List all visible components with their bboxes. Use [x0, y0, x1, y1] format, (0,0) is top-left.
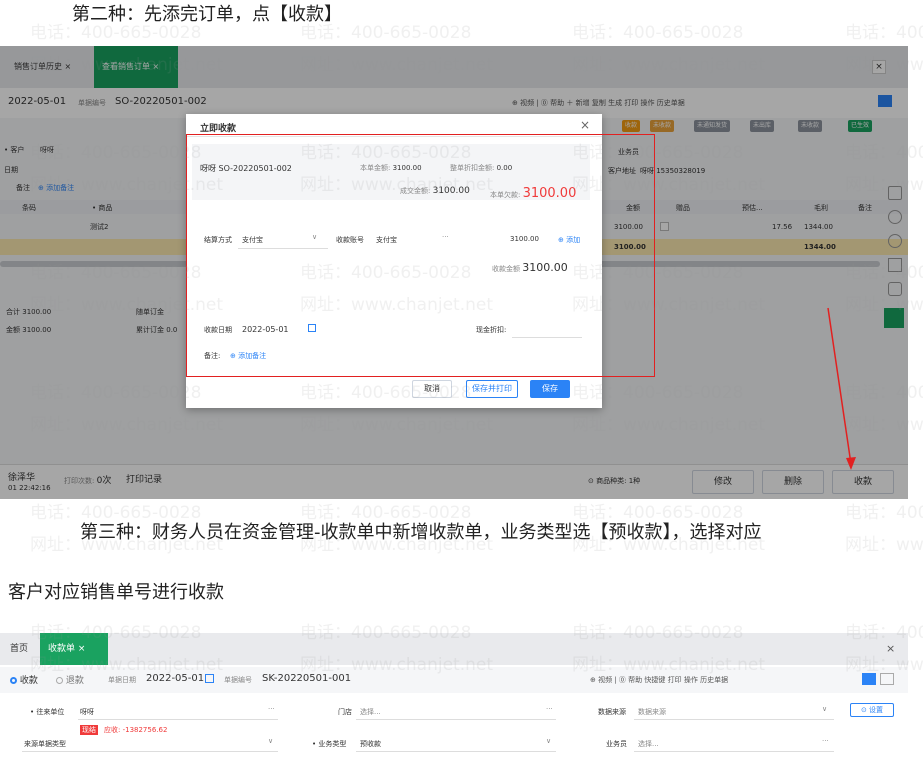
radio-receive[interactable]: 收款 [10, 673, 38, 686]
source-type-underline [22, 751, 278, 752]
toolbar-2: ⊕ 视频 | ⓪ 帮助 快捷键 打印 操作 历史单据 [590, 676, 729, 684]
store-underline [356, 719, 556, 720]
history-button-2[interactable]: 历史单据 [700, 676, 728, 684]
source-select[interactable]: 数据来源 [638, 707, 666, 717]
salesman-input[interactable]: 选择... [638, 739, 659, 749]
source-type-chevron-down-icon[interactable]: ∨ [268, 737, 273, 745]
tab-receipt[interactable]: 收款单 × [40, 633, 108, 665]
salesman-underline [634, 751, 834, 752]
partner-label: • 往来单位 [30, 708, 65, 716]
source-label: 数据来源 [598, 708, 626, 716]
store-more-icon[interactable]: ··· [546, 705, 553, 713]
watermark-phone: 电话：400-665-0028 [845, 503, 923, 523]
source-type-label: 来源单据类型 [24, 740, 66, 748]
biz-type-chevron-down-icon[interactable]: ∨ [546, 737, 551, 745]
help-button-2[interactable]: ⓪ 帮助 [619, 676, 642, 684]
watermark-site: 网址：www.chanjet.net [845, 535, 923, 555]
heading-method-2: 第二种：先添完订单，点【收款】 [72, 4, 342, 25]
watermark-phone: 电话：400-665-0028 [572, 23, 744, 43]
operate-button-2[interactable]: 操作 [684, 676, 698, 684]
grid-view-icon[interactable] [880, 673, 894, 685]
salesman-label-2: 业务员 [606, 740, 627, 748]
biz-type-label: • 业务类型 [312, 740, 347, 748]
annotation-arrow [827, 307, 856, 470]
calendar-icon-2[interactable] [205, 674, 214, 683]
salesman-more-icon[interactable]: ··· [822, 737, 829, 745]
receipt-date[interactable]: 2022-05-01 [146, 673, 204, 684]
receipt-date-label: 单据日期 [108, 676, 136, 684]
radio-checked-icon [10, 677, 17, 684]
receipt-no-label: 单据编号 [224, 676, 252, 684]
biz-type-select[interactable]: 预收款 [360, 739, 381, 749]
settle-tag: 现结 [80, 725, 98, 735]
watermark-phone: 电话：400-665-0028 [845, 23, 923, 43]
radio-unchecked-icon [56, 677, 63, 684]
partner-underline [78, 719, 278, 720]
shortcut-button[interactable]: 快捷键 [644, 676, 665, 684]
list-view-icon-2[interactable] [862, 673, 876, 685]
source-chevron-down-icon[interactable]: ∨ [822, 705, 827, 713]
video-button-2[interactable]: ⊕ 视频 [590, 676, 612, 684]
biz-type-underline [356, 751, 556, 752]
heading-method-3: 第三种：财务人员在资金管理-收款单中新增收款单，业务类型选【预收款】，选择对应 [80, 522, 762, 543]
source-underline [634, 719, 834, 720]
doc-header-bar-2 [0, 667, 908, 693]
partner-more-icon[interactable]: ··· [268, 705, 275, 713]
tab-bar-2 [0, 633, 908, 665]
store-label: 门店 [338, 708, 352, 716]
partner-input[interactable]: 呀呀 [80, 707, 94, 717]
tab-home[interactable]: 首页 [2, 633, 36, 665]
settings-button[interactable]: ⊙ 设置 [850, 703, 894, 717]
close-icon-2[interactable]: × [886, 642, 895, 655]
receivable-value: 应收: -1382756.62 [104, 726, 168, 734]
heading-method-3-cont: 客户对应销售单号进行收款 [8, 582, 224, 603]
screenshot-sales-order: 销售订单历史 × 查看销售订单 × × 2022-05-01 单据编号 SO-2… [0, 46, 908, 499]
print-button-2[interactable]: 打印 [668, 676, 682, 684]
receipt-no: SK-20220501-001 [262, 673, 352, 684]
screenshot-receipt: 首页 收款单 × × 收款 退款 单据日期 2022-05-01 单据编号 SK… [0, 633, 908, 767]
store-input[interactable]: 选择... [360, 707, 381, 717]
radio-refund[interactable]: 退款 [56, 673, 84, 686]
